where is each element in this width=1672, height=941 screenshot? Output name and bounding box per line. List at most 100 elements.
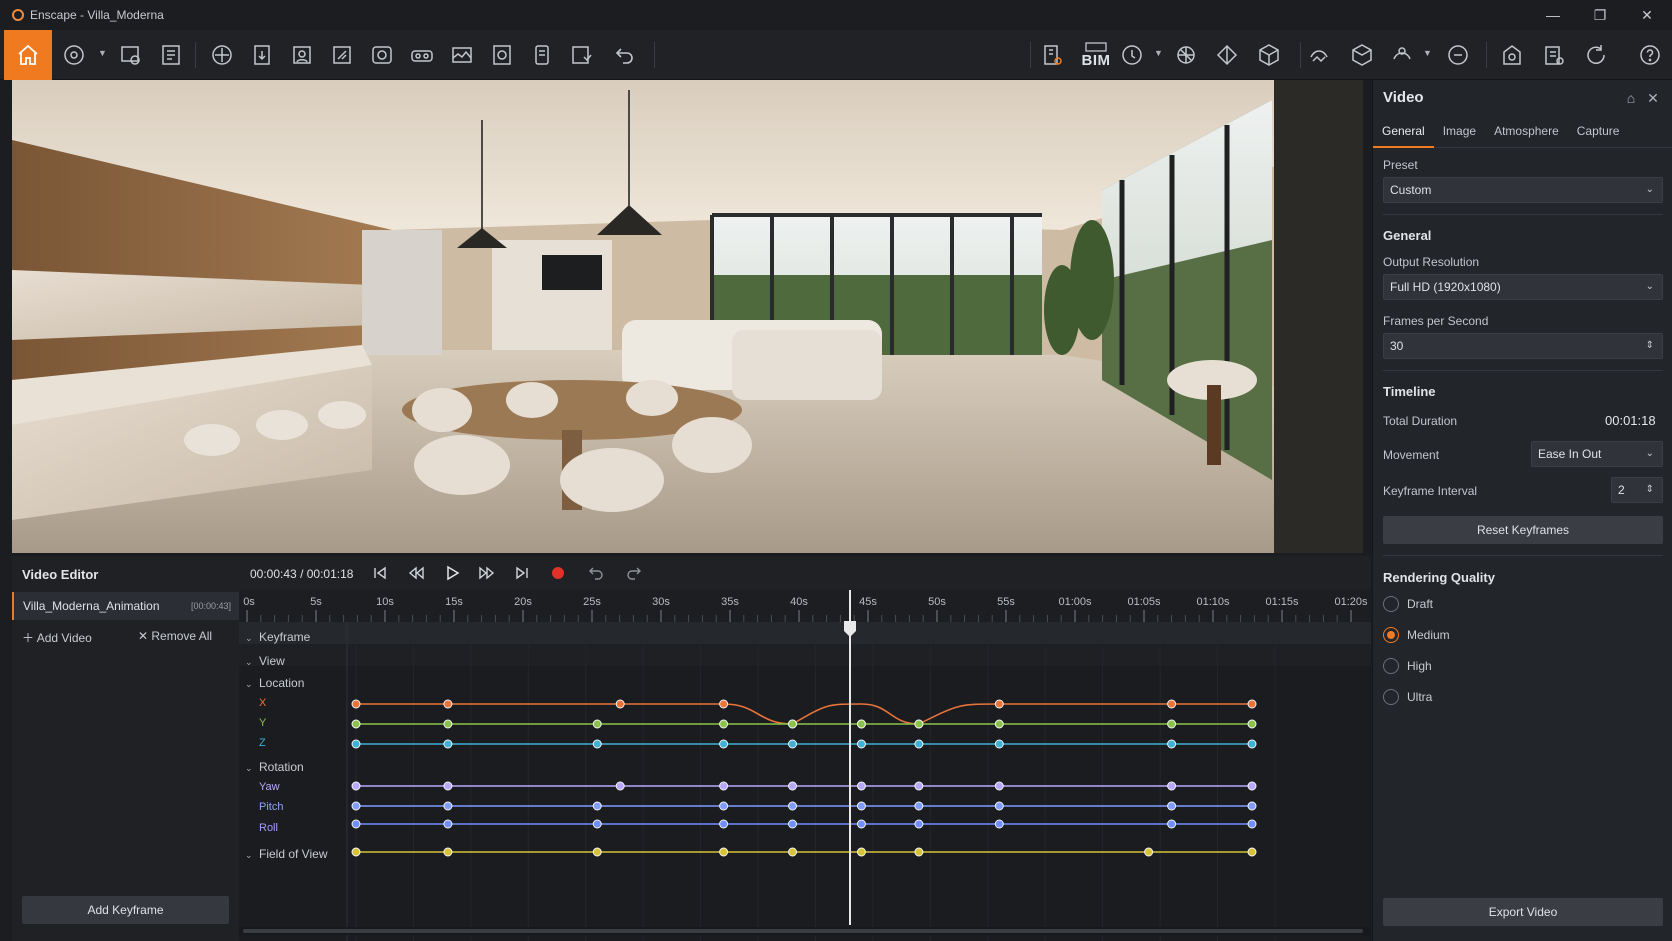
timeline-redo-button[interactable] [623, 562, 645, 584]
batch-render-button[interactable] [155, 39, 187, 71]
keyframe-pitch[interactable] [592, 801, 602, 811]
keyframe-interval-stepper[interactable]: 2 ⇕ [1611, 477, 1663, 503]
keyframe-pitch[interactable] [443, 801, 453, 811]
bim-button[interactable]: BIM [1076, 39, 1116, 71]
keyframe-roll[interactable] [856, 819, 866, 829]
tab-general[interactable]: General [1373, 120, 1434, 148]
track-location-x[interactable]: X [259, 697, 266, 709]
keyframe-x[interactable] [719, 699, 729, 709]
track-rotation[interactable]: ⌄ Rotation [245, 760, 304, 774]
keyframe-x[interactable] [615, 699, 625, 709]
track-rotation-pitch[interactable]: Pitch [259, 801, 283, 813]
step-forward-button[interactable] [476, 562, 498, 584]
render-viewport[interactable] [12, 80, 1363, 553]
feedback-button[interactable] [1442, 39, 1474, 71]
export-button[interactable] [246, 39, 278, 71]
keyframe-pitch[interactable] [1167, 801, 1177, 811]
sun-button[interactable] [1170, 39, 1202, 71]
keyframe-z[interactable] [719, 739, 729, 749]
keyframe-yaw[interactable] [994, 781, 1004, 791]
keyframe-y[interactable] [443, 719, 453, 729]
keyframe-pitch[interactable] [994, 801, 1004, 811]
vr-button[interactable] [406, 39, 438, 71]
keyframe-x[interactable] [351, 699, 361, 709]
keyframe-fov[interactable] [351, 847, 361, 857]
timeline-scrollbar[interactable] [239, 927, 1371, 935]
track-rotation-yaw[interactable]: Yaw [259, 781, 280, 793]
keyframe-y[interactable] [788, 719, 798, 729]
view-settings-button[interactable] [58, 39, 90, 71]
keyframe-y[interactable] [351, 719, 361, 729]
keyframe-z[interactable] [592, 739, 602, 749]
quality-ultra-radio[interactable]: Ultra [1383, 688, 1432, 706]
screenshot-button[interactable] [115, 39, 147, 71]
tab-atmosphere[interactable]: Atmosphere [1485, 120, 1568, 148]
keyframe-roll[interactable] [914, 819, 924, 829]
track-rotation-roll[interactable]: Roll [259, 822, 278, 834]
keyframe-z[interactable] [443, 739, 453, 749]
keyframe-y[interactable] [994, 719, 1004, 729]
keyframe-roll[interactable] [351, 819, 361, 829]
keyframe-roll[interactable] [788, 819, 798, 829]
home-button[interactable] [4, 30, 52, 80]
home-icon[interactable]: ⌂ [1623, 90, 1639, 106]
chevron-down-icon[interactable]: ▼ [98, 48, 107, 58]
keyframe-fov[interactable] [592, 847, 602, 857]
keyframe-fov[interactable] [719, 847, 729, 857]
keyframe-x[interactable] [443, 699, 453, 709]
keyframe-fov[interactable] [443, 847, 453, 857]
keyframe-yaw[interactable] [615, 781, 625, 791]
keyframe-pitch[interactable] [351, 801, 361, 811]
keyframe-roll[interactable] [443, 819, 453, 829]
quality-high-radio[interactable]: High [1383, 657, 1432, 675]
keyframe-z[interactable] [856, 739, 866, 749]
track-location[interactable]: ⌄ Location [245, 676, 304, 690]
video-list-item[interactable]: Villa_Moderna_Animation [00:00:43] [12, 592, 239, 620]
keyframe-y[interactable] [1167, 719, 1177, 729]
keyframe-pitch[interactable] [788, 801, 798, 811]
undo-button[interactable] [609, 39, 641, 71]
keyframe-fov[interactable] [914, 847, 924, 857]
keyframe-yaw[interactable] [719, 781, 729, 791]
keyframe-y[interactable] [1247, 719, 1257, 729]
step-back-button[interactable] [405, 562, 427, 584]
remove-all-button[interactable]: ✕ Remove All [138, 629, 212, 643]
keyframe-roll[interactable] [1167, 819, 1177, 829]
timeline-undo-button[interactable] [585, 562, 607, 584]
timeline-ruler[interactable]: 0s 5s 10s 15s 20s 25s 30s 35s 40s 45s 50s 55s 01:00s… [239, 590, 1371, 622]
walk-mode-button[interactable] [1303, 39, 1335, 71]
play-button[interactable] [441, 562, 463, 584]
skip-to-end-button[interactable] [511, 562, 533, 584]
reset-keyframes-button[interactable]: Reset Keyframes [1383, 516, 1663, 544]
output-resolution-select[interactable]: Full HD (1920x1080) ⌄ [1383, 274, 1663, 300]
keyframe-curves[interactable] [239, 622, 1371, 941]
track-view[interactable]: ⌄ View [245, 654, 285, 668]
keyframe-y[interactable] [856, 719, 866, 729]
minimize-button[interactable]: — [1530, 0, 1576, 30]
keyframe-yaw[interactable] [856, 781, 866, 791]
tab-capture[interactable]: Capture [1568, 120, 1629, 148]
keyframe-y[interactable] [719, 719, 729, 729]
movement-select[interactable]: Ease In Out ⌄ [1531, 441, 1663, 467]
clipboard-button[interactable] [1538, 39, 1570, 71]
panorama-button[interactable] [446, 39, 478, 71]
bim-panel-button[interactable] [1036, 39, 1068, 71]
keyframe-z[interactable] [351, 739, 361, 749]
asset-library-button[interactable] [286, 39, 318, 71]
keyframe-pitch[interactable] [1247, 801, 1257, 811]
keyframe-y[interactable] [914, 719, 924, 729]
cube-button[interactable] [1253, 39, 1285, 71]
keyframe-yaw[interactable] [1247, 781, 1257, 791]
keyframe-z[interactable] [994, 739, 1004, 749]
scrollbar-thumb[interactable] [243, 929, 1363, 933]
keyframe-yaw[interactable] [788, 781, 798, 791]
export-video-button[interactable]: Export Video [1383, 898, 1663, 926]
keyframe-pitch[interactable] [719, 801, 729, 811]
quality-medium-radio[interactable]: Medium [1383, 626, 1450, 644]
camera-button[interactable] [366, 39, 398, 71]
collaboration-button[interactable] [1496, 39, 1528, 71]
add-keyframe-button[interactable]: Add Keyframe [22, 896, 229, 924]
keyframe-yaw[interactable] [1167, 781, 1177, 791]
keyframe-yaw[interactable] [914, 781, 924, 791]
keyframe-roll[interactable] [592, 819, 602, 829]
